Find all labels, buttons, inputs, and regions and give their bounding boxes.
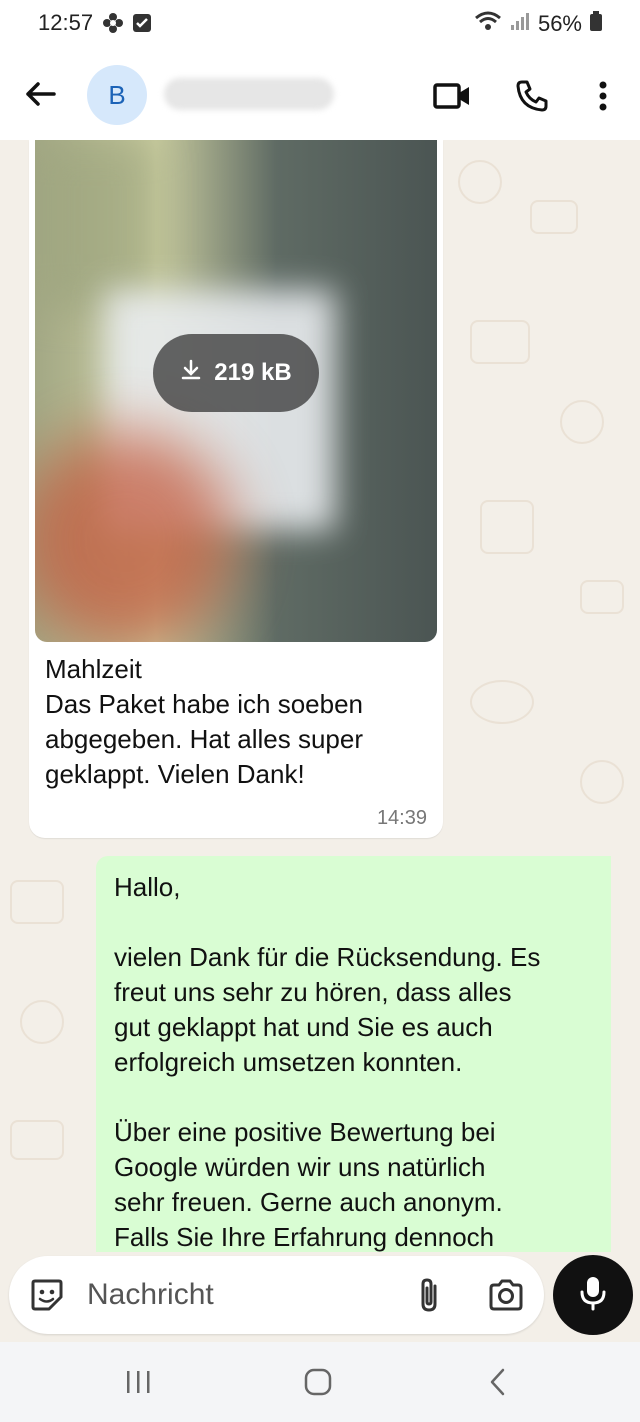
wallpaper-doodle <box>20 1000 64 1044</box>
download-button[interactable]: 219 kB <box>153 334 319 412</box>
greeting-line: Hallo, <box>114 872 181 902</box>
caption-line: Das Paket habe ich soeben <box>45 689 363 719</box>
signal-icon <box>510 11 530 37</box>
wallpaper-doodle <box>458 160 502 204</box>
recents-icon[interactable] <box>120 1364 156 1400</box>
wallpaper-doodle <box>470 680 534 724</box>
caption-line: abgegeben. Hat alles super <box>45 724 364 754</box>
battery-text: 56% <box>537 11 582 36</box>
back-icon[interactable] <box>480 1364 516 1400</box>
home-icon[interactable] <box>300 1364 336 1400</box>
status-bar: 12:57 56% <box>0 0 640 50</box>
text-line: gut geklappt hat und Sie es auch <box>114 1012 493 1042</box>
battery-icon <box>590 11 602 37</box>
avatar[interactable]: B <box>87 65 147 125</box>
text-line: sehr freuen. Gerne auch anonym. <box>114 1187 503 1217</box>
message-input[interactable]: Nachricht <box>87 1278 214 1312</box>
message-text: Hallo, vielen Dank für die Rücksendung. … <box>114 870 594 1252</box>
wallpaper-doodle <box>580 760 624 804</box>
wallpaper-doodle <box>580 580 624 614</box>
status-right: 56% <box>474 10 602 38</box>
wifi-icon <box>474 10 502 38</box>
back-arrow-icon[interactable] <box>22 76 58 112</box>
camera-icon[interactable] <box>487 1276 525 1314</box>
emoji-sticker-icon[interactable] <box>29 1277 65 1313</box>
system-nav-bar <box>0 1342 640 1422</box>
attachment-icon[interactable] <box>411 1276 447 1314</box>
text-line: Über eine positive Bewertung bei <box>114 1117 496 1147</box>
text-line: Google würden wir uns natürlich <box>114 1152 486 1182</box>
contact-name[interactable] <box>164 78 334 110</box>
message-composer[interactable]: Nachricht <box>9 1256 544 1334</box>
chat-area[interactable]: 219 kB Mahlzeit Das Paket habe ich soebe… <box>0 140 640 1252</box>
text-line: erfolgreich umsetzen konnten. <box>114 1047 463 1077</box>
wallpaper-doodle <box>10 880 64 924</box>
download-size: 219 kB <box>214 359 292 386</box>
status-time: 12:57 <box>38 10 94 35</box>
text-line: Falls Sie Ihre Erfahrung dennoch <box>114 1222 495 1252</box>
video-call-icon[interactable] <box>432 76 472 116</box>
download-icon <box>180 359 202 388</box>
incoming-message[interactable]: 219 kB Mahlzeit Das Paket habe ich soebe… <box>29 140 443 838</box>
status-left-icons <box>102 12 152 39</box>
phone-call-icon[interactable] <box>512 76 552 116</box>
text-line: vielen Dank für die Rücksendung. Es <box>114 942 541 972</box>
outgoing-message[interactable]: Hallo, vielen Dank für die Rücksendung. … <box>96 856 611 1252</box>
chat-header: B <box>0 50 640 140</box>
checkbox-notification-icon <box>132 13 152 38</box>
microphone-button[interactable] <box>553 1255 633 1335</box>
message-caption: Mahlzeit Das Paket habe ich soeben abgeg… <box>45 652 435 792</box>
message-time: 14:39 <box>376 807 427 829</box>
microphone-icon <box>578 1275 608 1316</box>
image-attachment[interactable]: 219 kB <box>35 140 437 642</box>
flower-icon <box>102 12 124 39</box>
more-options-icon[interactable] <box>583 76 623 116</box>
caption-line: geklappt. Vielen Dank! <box>45 759 305 789</box>
text-line: freut uns sehr zu hören, dass alles <box>114 977 512 1007</box>
wallpaper-doodle <box>480 500 534 554</box>
caption-line: Mahlzeit <box>45 654 142 684</box>
wallpaper-doodle <box>560 400 604 444</box>
wallpaper-doodle <box>470 320 530 364</box>
wallpaper-doodle <box>530 200 578 234</box>
wallpaper-doodle <box>10 1120 64 1160</box>
